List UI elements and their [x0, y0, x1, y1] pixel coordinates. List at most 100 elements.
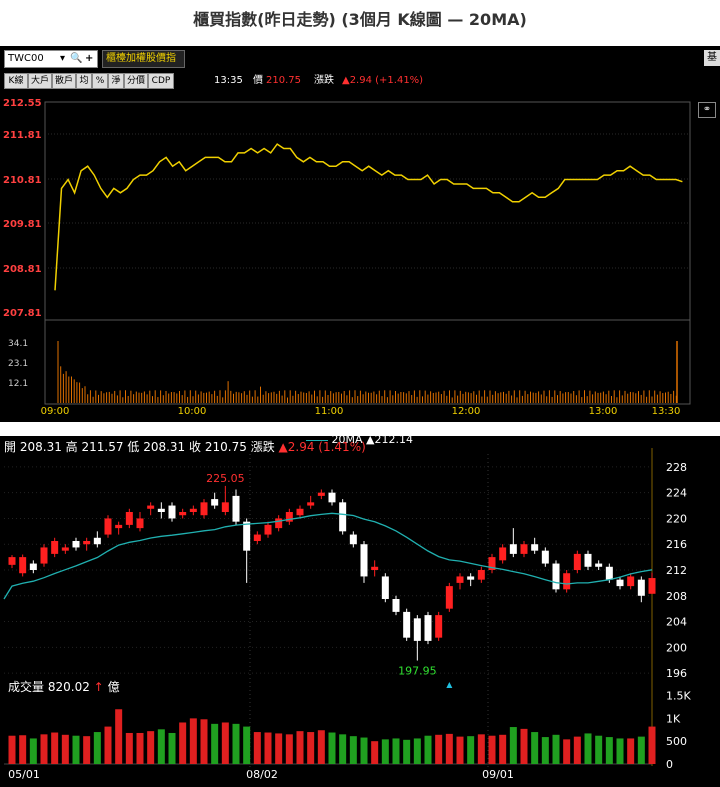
x-tick-label: 12:00: [452, 406, 481, 417]
intraday-panel: TWC00 ▾ 🔍 + 櫃檯加權股價指 基 K線 大戶 散戶均% 淨分價 CDP 13:…: [0, 46, 720, 422]
volume-bar: [520, 728, 528, 764]
volume-bar: [136, 732, 144, 764]
volume-bar: [157, 729, 165, 764]
volume-bar: [221, 722, 229, 764]
y-tick-label: 208: [666, 590, 687, 603]
volume-bar: [339, 734, 347, 764]
volume-bar: [307, 732, 315, 764]
volume-bar: [179, 722, 187, 764]
max-price-label: 225.05: [206, 472, 245, 485]
y-tick-label: 212.55: [3, 98, 42, 109]
candle-body: [40, 547, 48, 564]
candle-body: [371, 566, 379, 570]
candle-body: [435, 615, 443, 638]
candle-body: [445, 586, 453, 609]
y-tick-label: 228: [666, 461, 687, 474]
candle-body: [221, 502, 229, 512]
candle-body: [531, 544, 539, 551]
candle-body: [349, 534, 357, 545]
volume-bar: [328, 732, 336, 764]
candle-body: [403, 611, 411, 638]
volume-bar: [72, 735, 80, 764]
x-tick-label: 10:00: [178, 406, 207, 417]
candle-body: [51, 541, 59, 554]
volume-bar: [29, 738, 37, 764]
volume-bar: [83, 736, 91, 764]
candle-body: [456, 576, 464, 583]
page-title: 櫃買指數(昨日走勢) (3個月 K線圖 — 20MA): [193, 10, 527, 29]
daily-chart: 228 224 220 216 212 208 204 200 196 1.5K 1K 500 0 05/…: [3, 448, 691, 781]
candle-body: [264, 524, 272, 535]
candle-body: [200, 502, 208, 516]
candle-body: [467, 576, 475, 580]
candle-body: [307, 502, 315, 506]
volume-tick-label: 23.1: [8, 359, 28, 369]
volume-bar: [51, 732, 59, 764]
candle-body: [509, 544, 517, 554]
candle-body: [520, 544, 528, 554]
intraday-chart: 212.55 211.81 210.81 209.81 208.81 207.81 34.1…: [3, 98, 691, 417]
y-tick-label: 220: [666, 512, 687, 525]
link-icon[interactable]: ⚭: [698, 102, 716, 118]
volume-bar: [541, 737, 549, 764]
candle-body: [360, 544, 368, 577]
x-tick-label: 08/02: [246, 768, 278, 781]
volume-bar: [285, 734, 293, 764]
volume-bar: [147, 731, 155, 764]
x-tick-label: 11:00: [315, 406, 344, 417]
y-tick-label: 200: [666, 641, 687, 654]
candle-body: [168, 505, 176, 519]
candle-body: [616, 579, 624, 587]
candle-body: [29, 563, 37, 570]
candle-body: [136, 518, 144, 529]
volume-bar: [445, 733, 453, 764]
volume-bar: [499, 734, 507, 764]
candle-body: [328, 492, 336, 503]
candle-body: [317, 492, 325, 496]
volume-tick-label: 1.5K: [666, 690, 691, 703]
candle-body: [8, 557, 16, 565]
candle-body: [605, 566, 613, 580]
candle-body: [339, 502, 347, 532]
volume-bar: [125, 732, 133, 764]
volume-bar: [413, 738, 421, 764]
volume-bar: [275, 733, 283, 764]
volume-bar: [19, 735, 27, 764]
candle-body: [93, 537, 101, 545]
y-tick-label: 216: [666, 538, 687, 551]
x-tick-label: 05/01: [8, 768, 40, 781]
x-tick-label: 09:00: [41, 406, 70, 417]
plot-frame: [44, 101, 691, 405]
candle-body: [296, 508, 304, 516]
candle-body: [179, 512, 187, 516]
candle-body: [104, 518, 112, 535]
volume-bar: [232, 723, 240, 764]
candle-body: [147, 505, 155, 509]
y-tick-label: 209.81: [3, 219, 42, 230]
volume-bar: [115, 709, 123, 764]
candle-body: [275, 518, 283, 529]
candle-body: [648, 578, 656, 594]
y-tick-label: 204: [666, 616, 687, 629]
volume-bar: [488, 735, 496, 764]
candle-body: [627, 576, 635, 587]
volume-bar: [637, 736, 645, 764]
volume-bar: [552, 734, 560, 764]
volume-bar: [93, 732, 101, 764]
candle-body: [392, 599, 400, 612]
candle-body: [253, 534, 261, 541]
candle-body: [125, 512, 133, 525]
candle-body: [83, 541, 91, 545]
candle-body: [424, 615, 432, 641]
volume-bar: [563, 739, 571, 764]
volume-bar: [243, 726, 251, 764]
x-tick-label: 13:30: [652, 406, 681, 417]
volume-bar: [477, 734, 485, 764]
volume-bar: [509, 727, 517, 764]
candle-body: [243, 521, 251, 551]
candle-body: [61, 547, 69, 551]
volume-tick-label: 1K: [666, 712, 681, 725]
candle-body: [499, 547, 507, 561]
volume-bar: [40, 734, 48, 764]
candle-body: [637, 579, 645, 596]
